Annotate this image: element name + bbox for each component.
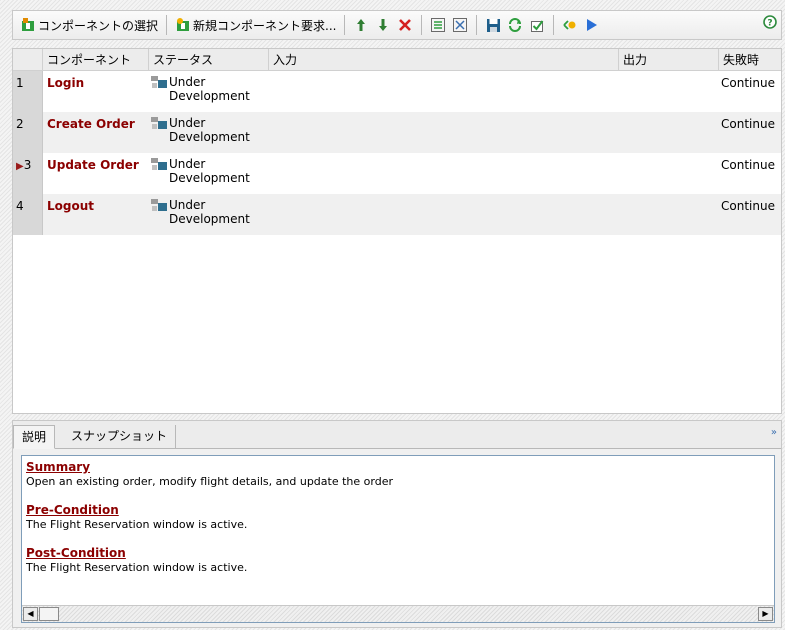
table-row[interactable]: ▶3 Update Order Under Development Continu… [13,153,781,194]
toolbar-separator [166,15,168,35]
post-condition-text: The Flight Reservation window is active. [26,561,248,574]
collapse-icon [453,18,468,32]
components-grid: コンポーネント ステータス 入力 出力 失敗時 1 Login Under Dev… [12,48,782,414]
move-down-icon [379,19,388,31]
save-icon [486,18,500,32]
component-name[interactable]: Update Order [47,158,139,172]
on-failure-cell[interactable]: Continue [721,117,775,131]
toolbar-separator [553,15,555,35]
toolbar-separator [421,15,423,35]
column-header-on-failure[interactable]: 失敗時 [719,49,781,71]
move-up-icon [357,19,366,31]
under-development-icon [151,76,167,88]
column-header-component[interactable]: コンポーネント [43,49,149,71]
toolbar-separator [344,15,346,35]
row-number: 3 [23,158,32,172]
status-line-1: Under [169,157,206,171]
scroll-left-icon[interactable]: ◀ [23,607,38,621]
new-component-request-button[interactable]: 新規コンポーネント要求... [172,13,339,37]
table-row[interactable]: 1 Login Under Development Continue [13,71,781,112]
tab-description[interactable]: 説明 [13,425,56,449]
horizontal-scrollbar[interactable]: ◀ ▶ [22,605,774,622]
component-name[interactable]: Logout [47,199,94,213]
row-header[interactable]: ▶3 [13,153,43,194]
summary-text: Open an existing order, modify flight de… [26,475,393,488]
status-cell: Under Development [150,116,250,144]
under-development-icon [151,117,167,129]
tab-snapshot[interactable]: スナップショット [63,425,177,449]
collapse-panel-icon[interactable]: » [771,427,777,438]
row-number: 2 [16,117,24,131]
svg-text:?: ? [767,19,772,29]
description-content: Summary Open an existing order, modify f… [26,460,393,575]
new-component-request-label: 新規コンポーネント要求... [193,18,337,33]
on-failure-cell[interactable]: Continue [721,199,775,213]
status-line-1: Under [169,198,206,212]
move-up-button[interactable] [350,14,372,36]
pre-condition-text: The Flight Reservation window is active. [26,518,248,531]
details-tabs: 説明 スナップショット » [13,421,781,449]
table-row[interactable]: 4 Logout Under Development Continue [13,194,781,235]
component-name[interactable]: Create Order [47,117,135,131]
status-line-1: Under [169,75,206,89]
status-cell: Under Development [150,75,250,103]
row-number: 1 [16,76,24,90]
add-component-icon [22,18,34,31]
row-header[interactable]: 2 [13,112,43,153]
row-number: 4 [16,199,24,213]
new-component-icon [177,18,190,31]
on-failure-cell[interactable]: Continue [721,76,775,90]
save-button[interactable] [482,14,504,36]
description-area[interactable]: Summary Open an existing order, modify f… [21,455,775,623]
select-component-label: コンポーネントの選択 [38,18,159,33]
table-row[interactable]: 2 Create Order Under Development Continue [13,112,781,153]
status-line-2: Development [169,89,250,103]
column-header-input[interactable]: 入力 [269,49,619,71]
help-button[interactable]: ? [763,15,777,32]
validate-button[interactable] [526,14,548,36]
business-process-window: コンポーネントの選択 新規コンポーネント要求... ? コンポーネント ステータ… [0,0,785,630]
status-line-1: Under [169,116,206,130]
status-cell: Under Development [150,198,250,226]
toolbar-separator [476,15,478,35]
delete-icon [399,19,412,31]
row-header[interactable]: 4 [13,194,43,235]
status-cell: Under Development [150,157,250,185]
details-panel: 説明 スナップショット » Summary Open an existing o… [12,420,782,628]
move-down-button[interactable] [372,14,394,36]
refresh-icon [509,18,522,32]
on-failure-cell[interactable]: Continue [721,158,775,172]
scroll-right-icon[interactable]: ▶ [758,607,773,621]
summary-heading: Summary [26,460,91,474]
post-condition-heading: Post-Condition [26,546,126,560]
row-number-header [13,49,43,71]
component-name[interactable]: Login [47,76,84,90]
help-icon: ? [763,15,777,29]
column-header-output[interactable]: 出力 [619,49,719,71]
collapse-all-button[interactable] [449,14,471,36]
expand-all-button[interactable] [427,14,449,36]
scroll-thumb[interactable] [39,607,59,621]
parameters-button[interactable] [559,14,581,36]
delete-button[interactable] [394,14,416,36]
run-icon [587,19,598,31]
expand-icon [431,18,446,32]
check-icon [530,19,544,32]
status-line-2: Development [169,212,250,226]
status-line-2: Development [169,130,250,144]
run-button[interactable] [581,14,603,36]
select-component-button[interactable]: コンポーネントの選択 [17,13,161,37]
pre-condition-heading: Pre-Condition [26,503,119,517]
under-development-icon [151,158,167,170]
toolbar: コンポーネントの選択 新規コンポーネント要求... ? [12,10,782,40]
current-row-arrow-icon: ▶ [16,161,24,172]
refresh-button[interactable] [504,14,526,36]
status-line-2: Development [169,171,250,185]
row-header[interactable]: 1 [13,71,43,112]
under-development-icon [151,199,167,211]
grid-header: コンポーネント ステータス 入力 出力 失敗時 [13,49,781,71]
column-header-status[interactable]: ステータス [149,49,269,71]
parameters-icon [563,20,576,30]
